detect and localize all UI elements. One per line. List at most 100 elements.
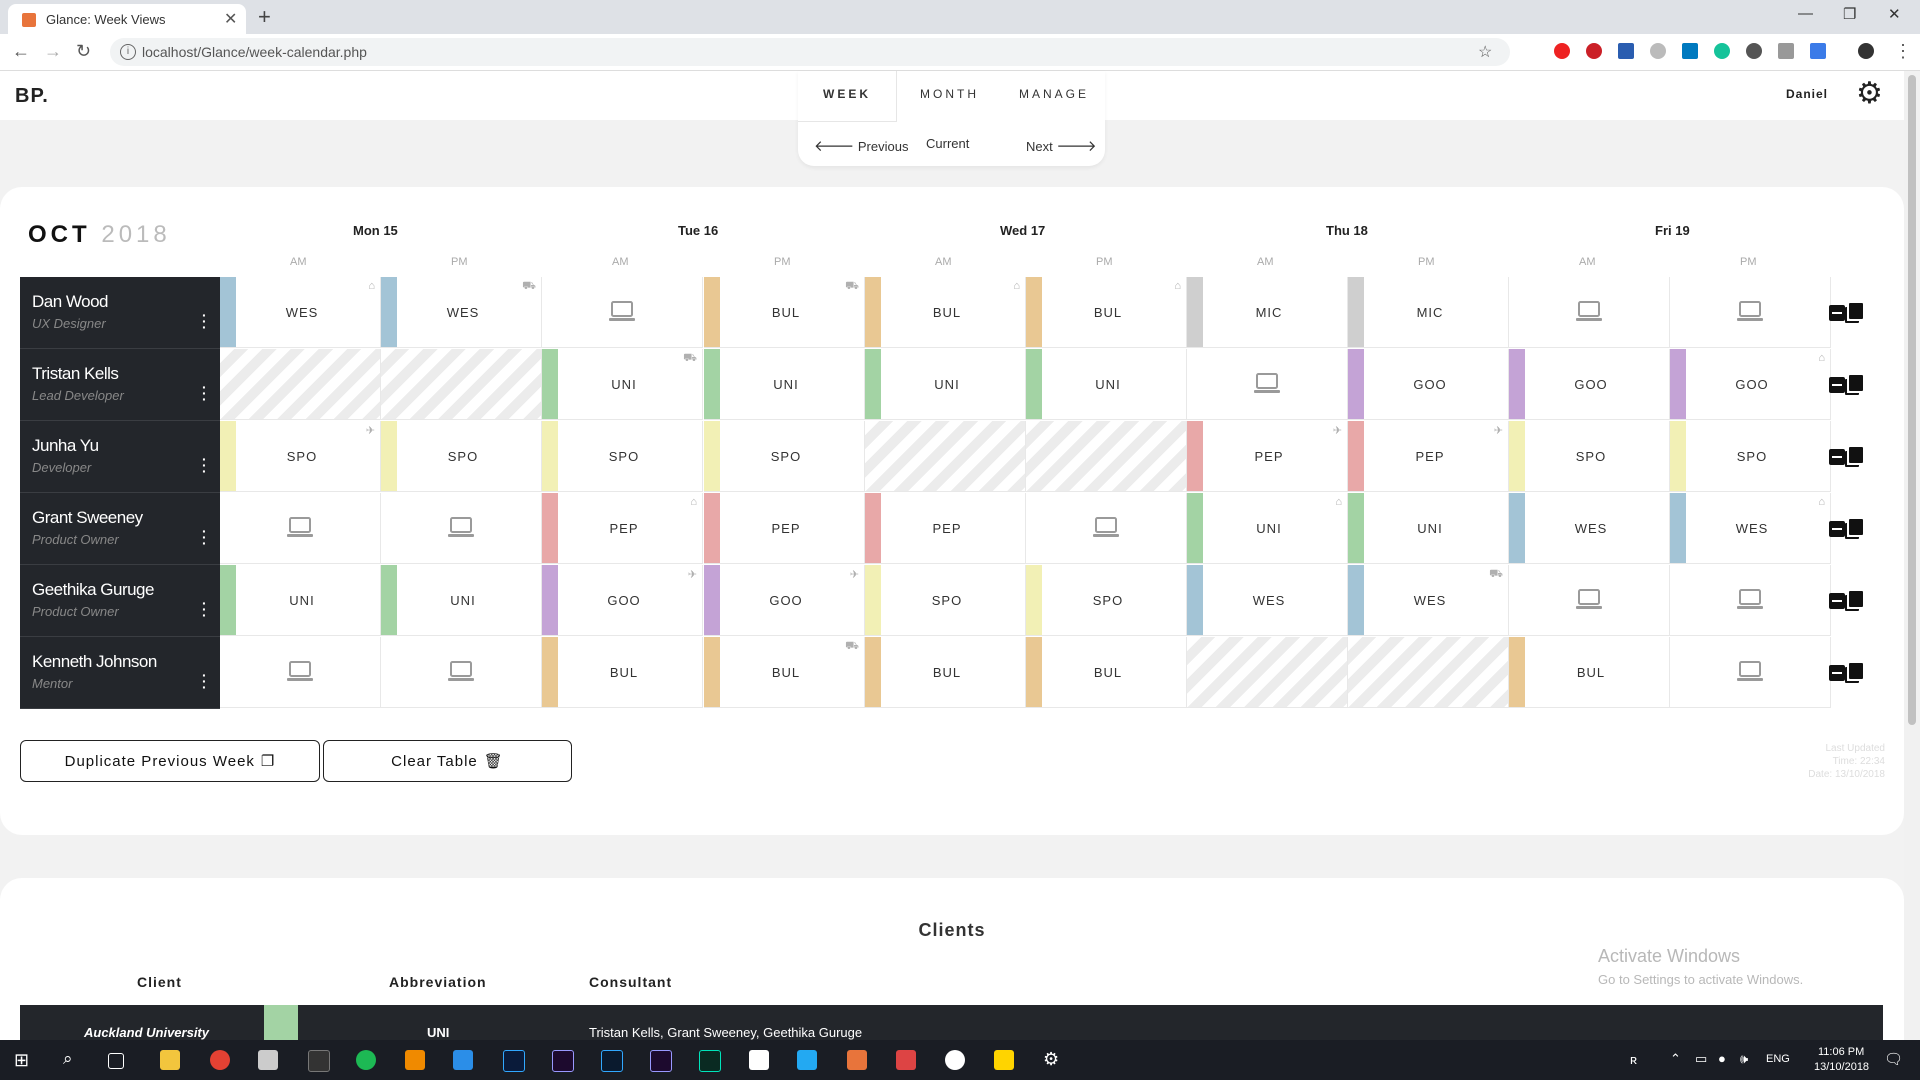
unavailable-cell[interactable]: [1026, 421, 1187, 492]
schedule-cell[interactable]: SPO: [704, 421, 865, 492]
schedule-cell[interactable]: [1670, 277, 1831, 348]
audition-icon[interactable]: [699, 1050, 721, 1072]
schedule-cell[interactable]: SPO: [865, 565, 1026, 636]
next-week-button[interactable]: Next 🡒: [1026, 136, 1097, 155]
schedule-cell[interactable]: WES: [1509, 493, 1670, 564]
opera-extension-icon[interactable]: [1554, 43, 1570, 59]
schedule-cell[interactable]: GOO: [1348, 349, 1509, 420]
spotify-icon[interactable]: [356, 1050, 376, 1070]
app-logo[interactable]: BP.: [15, 85, 49, 108]
chevron-up-icon[interactable]: ⌃: [1670, 1051, 1681, 1067]
schedule-cell[interactable]: BUL: [542, 637, 703, 708]
xampp-icon[interactable]: [847, 1050, 867, 1070]
clear-row-button[interactable]: [1829, 665, 1845, 681]
task-view-icon[interactable]: [108, 1053, 124, 1069]
duplicate-previous-week-button[interactable]: Duplicate Previous Week ❐: [20, 740, 320, 782]
unavailable-cell[interactable]: [1187, 637, 1348, 708]
browser-tab[interactable]: Glance: Week Views ✕: [8, 4, 246, 34]
previous-week-button[interactable]: 🡐 Previous: [814, 136, 908, 155]
scrollbar-thumb[interactable]: [1908, 75, 1916, 725]
close-tab-icon[interactable]: ✕: [224, 9, 237, 29]
clear-row-button[interactable]: [1829, 521, 1845, 537]
schedule-cell[interactable]: WES ⌂: [1670, 493, 1831, 564]
trello-extension-icon[interactable]: [1682, 43, 1698, 59]
schedule-cell[interactable]: PEP: [865, 493, 1026, 564]
clear-row-button[interactable]: [1829, 377, 1845, 393]
close-window-button[interactable]: ✕: [1888, 5, 1901, 23]
table-row[interactable]: Auckland University UNI Tristan Kells, G…: [20, 1005, 1883, 1045]
app-icon[interactable]: [258, 1050, 278, 1070]
app-icon[interactable]: [896, 1050, 916, 1070]
schedule-cell[interactable]: WES: [1187, 565, 1348, 636]
color-picker-extension-icon[interactable]: [1810, 43, 1826, 59]
clock-date[interactable]: 13/10/2018: [1814, 1061, 1869, 1073]
more-options-icon[interactable]: · · ·: [202, 380, 207, 406]
more-options-icon[interactable]: · · ·: [202, 596, 207, 622]
grammarly-extension-icon[interactable]: [1714, 43, 1730, 59]
file-explorer-icon[interactable]: [160, 1050, 180, 1070]
schedule-cell[interactable]: GOO ⌂: [1670, 349, 1831, 420]
people-icon[interactable]: ʀ: [1630, 1052, 1637, 1067]
schedule-cell[interactable]: BUL: [1509, 637, 1670, 708]
copy-row-button[interactable]: [1849, 663, 1863, 679]
schedule-cell[interactable]: SPO: [1509, 421, 1670, 492]
back-icon[interactable]: ←: [12, 41, 30, 62]
clear-row-button[interactable]: [1829, 449, 1845, 465]
schedule-cell[interactable]: [1509, 565, 1670, 636]
page-scrollbar[interactable]: [1904, 71, 1920, 1040]
copy-row-button[interactable]: [1849, 303, 1863, 319]
schedule-cell[interactable]: MIC: [1348, 277, 1509, 348]
clear-row-button[interactable]: [1829, 305, 1845, 321]
schedule-cell[interactable]: GOO ✈: [704, 565, 865, 636]
extension-icon[interactable]: [1778, 43, 1794, 59]
copy-row-button[interactable]: [1849, 591, 1863, 607]
unavailable-cell[interactable]: [865, 421, 1026, 492]
schedule-cell[interactable]: WES ⌂: [220, 277, 381, 348]
schedule-cell[interactable]: SPO: [542, 421, 703, 492]
clear-row-button[interactable]: [1829, 593, 1845, 609]
gear-icon[interactable]: ⚙: [1856, 79, 1883, 109]
schedule-cell[interactable]: BUL ⛟: [704, 277, 865, 348]
person-row-header[interactable]: Junha Yu Developer · · ·: [20, 421, 220, 493]
schedule-cell[interactable]: SPO: [381, 421, 542, 492]
schedule-cell[interactable]: SPO ✈: [220, 421, 381, 492]
copy-row-button[interactable]: [1849, 375, 1863, 391]
more-options-icon[interactable]: · · ·: [202, 308, 207, 334]
address-bar[interactable]: i localhost/Glance/week-calendar.php ☆: [110, 38, 1510, 66]
more-options-icon[interactable]: · · ·: [202, 452, 207, 478]
menu-kebab-icon[interactable]: ⋮: [1894, 41, 1912, 62]
forward-icon[interactable]: →: [44, 41, 62, 62]
schedule-cell[interactable]: UNI: [704, 349, 865, 420]
minimize-button[interactable]: —: [1798, 5, 1813, 22]
more-options-icon[interactable]: · · ·: [202, 668, 207, 694]
schedule-cell[interactable]: UNI: [1348, 493, 1509, 564]
schedule-cell[interactable]: [542, 277, 703, 348]
schedule-cell[interactable]: UNI ⌂: [1187, 493, 1348, 564]
schedule-cell[interactable]: UNI: [220, 565, 381, 636]
docs-extension-icon[interactable]: [1618, 43, 1634, 59]
schedule-cell[interactable]: BUL ⌂: [865, 277, 1026, 348]
schedule-cell[interactable]: [1187, 349, 1348, 420]
windows-start-icon[interactable]: ⊞: [14, 1050, 29, 1071]
schedule-cell[interactable]: UNI: [1026, 349, 1187, 420]
schedule-cell[interactable]: [1670, 565, 1831, 636]
restore-button[interactable]: ❐: [1843, 5, 1856, 23]
schedule-cell[interactable]: WES ⛟: [1348, 565, 1509, 636]
search-icon[interactable]: ⌕: [63, 1049, 73, 1069]
schedule-cell[interactable]: BUL ⌂: [1026, 277, 1187, 348]
notifications-icon[interactable]: 🗨: [1884, 1050, 1903, 1068]
reload-icon[interactable]: ↻: [76, 41, 91, 62]
schedule-cell[interactable]: BUL: [1026, 637, 1187, 708]
schedule-cell[interactable]: BUL: [865, 637, 1026, 708]
settings-gear-icon[interactable]: ⚙: [1043, 1049, 1059, 1070]
epic-games-icon[interactable]: [308, 1050, 330, 1072]
schedule-cell[interactable]: PEP ✈: [1348, 421, 1509, 492]
app-icon[interactable]: [945, 1050, 965, 1070]
schedule-cell[interactable]: BUL ⛟: [704, 637, 865, 708]
schedule-cell[interactable]: UNI: [865, 349, 1026, 420]
schedule-cell[interactable]: WES ⛟: [381, 277, 542, 348]
schedule-cell[interactable]: [1026, 493, 1187, 564]
schedule-cell[interactable]: PEP ⌂: [542, 493, 703, 564]
copy-row-button[interactable]: [1849, 447, 1863, 463]
schedule-cell[interactable]: [1670, 637, 1831, 708]
